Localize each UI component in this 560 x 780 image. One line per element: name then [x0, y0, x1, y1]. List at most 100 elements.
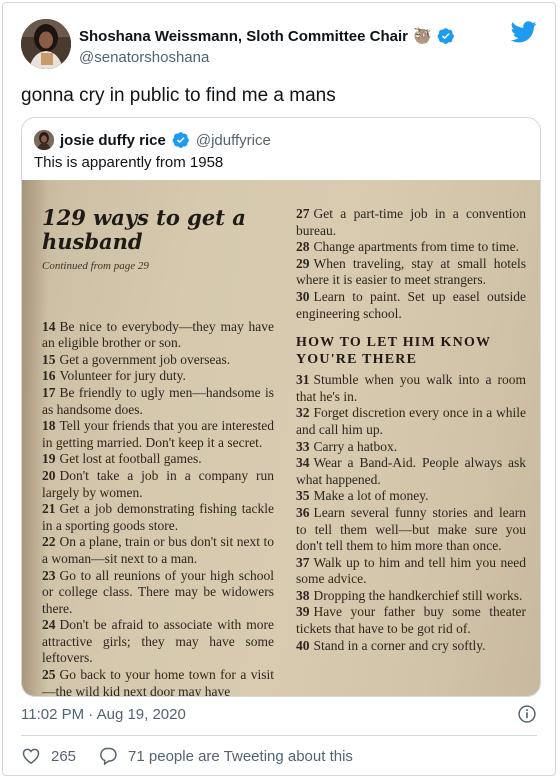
- list-item-text: Get a government job overseas.: [59, 351, 231, 367]
- section-heading: HOW TO LET HIM KNOW YOU'RE THERE: [296, 335, 491, 368]
- tweet-actions: 265 71 people are Tweeting about this: [21, 746, 353, 766]
- list-item: 40 Stand in a corner and cry softly.: [296, 638, 526, 655]
- list-item-number: 24: [42, 617, 56, 633]
- list-item: 20 Don't take a job in a company run larg…: [42, 468, 274, 501]
- list-item: 29 When traveling, stay at small hotels w…: [296, 256, 526, 289]
- list-item: 27 Get a part-time job in a convention bu…: [296, 206, 526, 239]
- author-name[interactable]: Shoshana Weissmann, Sloth Committee Chai…: [79, 28, 408, 45]
- list-item-text: Wear a Band-Aid. People always ask what …: [296, 455, 526, 487]
- list-item-text: Volunteer for jury duty.: [59, 368, 186, 384]
- list-item-text: Have your father buy some theater ticket…: [296, 604, 526, 637]
- verified-badge-icon: [437, 28, 454, 44]
- twitter-bird-icon[interactable]: [511, 21, 537, 43]
- list-item-text: Go to all reunions of your high school o…: [42, 567, 274, 616]
- author-avatar[interactable]: [21, 19, 71, 69]
- tweet-timestamp[interactable]: 11:02 PM · Aug 19, 2020: [21, 706, 186, 723]
- list-item: 37 Walk up to him and tell him you need s…: [296, 555, 526, 588]
- list-item-number: 37: [296, 554, 310, 570]
- list-item: 30 Learn to paint. Set up easel outside e…: [296, 289, 526, 322]
- list-item-text: Learn to paint. Set up easel outside eng…: [296, 288, 526, 321]
- list-item-number: 31: [296, 372, 310, 388]
- list-item-text: Learn several funny stories and learn to…: [296, 504, 526, 554]
- list-item: 23 Go to all reunions of your high school…: [42, 568, 274, 618]
- list-item: 35 Make a lot of money.: [296, 488, 526, 505]
- list-item-number: 38: [296, 587, 310, 603]
- list-item: 17 Be friendly to ugly men—handsome is as…: [42, 385, 274, 418]
- quoted-tweet-text: This is apparently from 1958: [34, 154, 224, 171]
- list-item-number: 35: [296, 488, 310, 504]
- list-item-number: 27: [296, 206, 310, 221]
- list-item-text: Walk up to him and tell him you need som…: [296, 554, 526, 587]
- list-item: 19 Get lost at football games.: [42, 451, 274, 468]
- list-item-number: 34: [296, 455, 310, 471]
- verified-badge-icon: [172, 132, 189, 148]
- list-item-text: Don't be afraid to associate with more a…: [42, 617, 274, 666]
- list-item-text: Dropping the handkerchief still works.: [313, 587, 523, 603]
- list-item-text: Get a job demonstrating fishing tackle i…: [42, 501, 274, 533]
- like-button[interactable]: 265: [21, 746, 76, 766]
- list-item: 22 On a plane, train or bus don't sit nex…: [42, 534, 274, 567]
- list-item: 14 Be nice to everybody—they may have an …: [42, 319, 274, 352]
- list-item: 15 Get a government job overseas.: [42, 352, 274, 369]
- list-item: 16 Volunteer for jury duty.: [42, 368, 274, 385]
- tweeting-about-link[interactable]: 71 people are Tweeting about this: [98, 746, 353, 766]
- list-item-text: Tell your friends that you are intereste…: [42, 418, 274, 450]
- list-item-number: 14: [42, 318, 56, 334]
- list-item-number: 15: [42, 351, 56, 367]
- retweet-text: 71 people are Tweeting about this: [128, 747, 353, 765]
- list-item-text: Don't take a job in a company run largel…: [42, 467, 274, 500]
- list-item-number: 22: [42, 534, 56, 550]
- divider: [21, 735, 537, 736]
- list-item-number: 20: [42, 467, 56, 483]
- magazine-title: 129 ways to get a husband: [42, 205, 246, 254]
- list-item: 24 Don't be afraid to associate with more…: [42, 617, 274, 667]
- list-item: 25 Go back to your home town for a visit—…: [42, 667, 274, 697]
- list-item: 31 Stumble when you walk into a room that…: [296, 372, 526, 405]
- heart-icon: [22, 748, 40, 764]
- magazine-left-column: 129 ways to get a husband Continued from…: [42, 206, 274, 697]
- list-item-text: When traveling, stay at small hotels whe…: [296, 255, 526, 288]
- author-handle[interactable]: @senatorshoshana: [79, 49, 455, 66]
- list-item-number: 17: [42, 384, 56, 400]
- list-item: 38 Dropping the handkerchief still works.: [296, 588, 526, 605]
- author-block: Shoshana Weissmann, Sloth Committee Chai…: [79, 27, 455, 66]
- list-item-number: 39: [296, 604, 310, 620]
- list-item-text: Forget discretion every once in a while …: [296, 405, 526, 437]
- list-item: 18 Tell your friends that you are interes…: [42, 418, 274, 451]
- list-item-text: Change apartments from time to time.: [313, 239, 519, 255]
- list-item-number: 33: [296, 438, 310, 454]
- list-item: 34 Wear a Band-Aid. People always ask wha…: [296, 455, 526, 488]
- list-item-text: Make a lot of money.: [313, 488, 429, 504]
- info-icon[interactable]: [517, 704, 537, 724]
- magazine-right-column: 27 Get a part-time job in a convention bu…: [296, 206, 526, 654]
- list-item-text: Carry a hatbox.: [313, 438, 398, 454]
- list-item: 36 Learn several funny stories and learn …: [296, 505, 526, 555]
- list-item-number: 16: [42, 368, 56, 384]
- quoted-tweet[interactable]: josie duffy rice @jduffyrice This is app…: [21, 117, 541, 697]
- list-item-number: 25: [42, 667, 56, 683]
- list-item: 21 Get a job demonstrating fishing tackle…: [42, 501, 274, 534]
- list-item: 28 Change apartments from time to time.: [296, 239, 526, 256]
- tweet-text: gonna cry in public to find me a mans: [21, 85, 336, 106]
- tweet-card: Shoshana Weissmann, Sloth Committee Chai…: [2, 2, 556, 776]
- list-item-number: 29: [296, 255, 310, 271]
- list-item-text: Be friendly to ugly men—handsome is as h…: [42, 384, 274, 417]
- list-item-text: Be nice to everybody—they may have an el…: [42, 318, 274, 351]
- speech-bubble-icon: [100, 747, 117, 766]
- list-item-text: Go back to your home town for a visit—th…: [42, 667, 274, 697]
- list-item-number: 30: [296, 288, 310, 304]
- list-item-text: Get a part-time job in a convention bure…: [296, 206, 526, 238]
- list-item-number: 32: [296, 405, 310, 421]
- list-item-number: 23: [42, 567, 56, 583]
- magazine-photo[interactable]: 129 ways to get a husband Continued from…: [22, 180, 540, 697]
- quoted-author-avatar[interactable]: [34, 130, 54, 150]
- list-item-number: 28: [296, 239, 310, 255]
- list-item: 32 Forget discretion every once in a whil…: [296, 405, 526, 438]
- like-count: 265: [51, 747, 77, 765]
- list-item: 39 Have your father buy some theater tick…: [296, 604, 526, 637]
- quoted-author-handle[interactable]: @jduffyrice: [196, 132, 271, 149]
- quoted-author-name[interactable]: josie duffy rice: [60, 132, 166, 149]
- list-item: 33 Carry a hatbox.: [296, 439, 526, 456]
- list-item-text: On a plane, train or bus don't sit next …: [42, 534, 274, 566]
- sloth-emoji: 🦥: [412, 27, 432, 45]
